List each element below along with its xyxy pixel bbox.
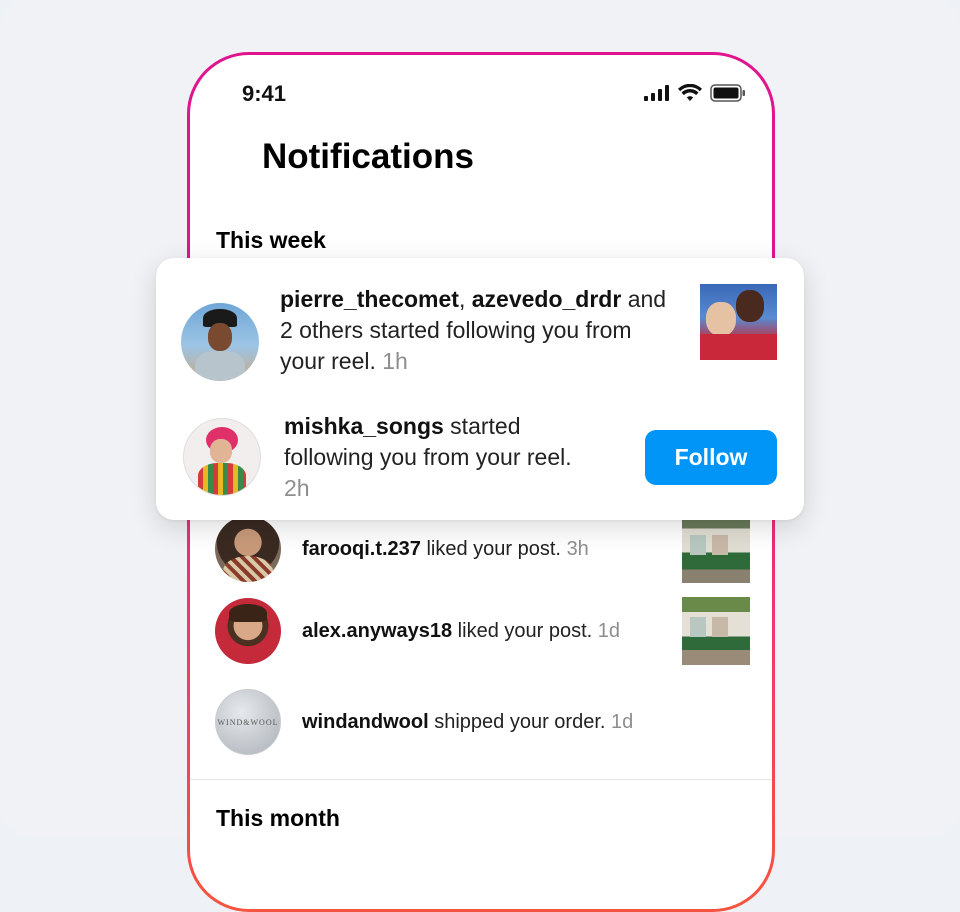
section-heading-this-week: This week: [216, 227, 326, 253]
avatar: [215, 598, 281, 664]
highlighted-notifications-card: pierre_thecomet, azevedo_drdr and 2 othe…: [156, 258, 804, 520]
status-icons: [644, 84, 746, 102]
post-thumbnail[interactable]: [700, 284, 777, 360]
notification-time: 3h: [566, 538, 589, 560]
notification-message: liked your post.: [420, 538, 561, 560]
notification-text: mishka_songs started following you from …: [284, 411, 614, 504]
battery-icon: [710, 84, 745, 102]
username[interactable]: windandwool: [302, 711, 429, 733]
separator: ,: [458, 286, 472, 312]
section-divider: [190, 779, 772, 780]
notification-text: windandwool shipped your order. 1d: [302, 708, 750, 736]
post-thumbnail[interactable]: [682, 515, 750, 583]
follow-button[interactable]: Follow: [645, 430, 777, 485]
notification-text: alex.anyways18 liked your post. 1d: [302, 617, 682, 645]
notification-time: 1h: [382, 348, 408, 374]
notification-row[interactable]: pierre_thecomet, azevedo_drdr and 2 othe…: [181, 284, 680, 381]
notification-row[interactable]: alex.anyways18 liked your post. 1d: [215, 597, 750, 665]
notification-text: farooqi.t.237 liked your post. 3h: [302, 535, 682, 563]
notification-message: liked your post.: [452, 620, 593, 642]
notification-time: 1d: [597, 620, 621, 642]
notification-message: shipped your order.: [428, 711, 606, 733]
status-time: 9:41: [242, 81, 287, 106]
username[interactable]: alex.anyways18: [302, 620, 452, 642]
post-thumbnail[interactable]: [682, 597, 750, 665]
notification-time: 2h: [284, 475, 310, 501]
username[interactable]: farooqi.t.237: [302, 538, 421, 560]
page-title: Notifications: [262, 137, 474, 176]
avatar: [183, 418, 261, 496]
section-heading-this-month: This month: [216, 805, 340, 831]
avatar: [181, 303, 259, 381]
notification-time: 1d: [611, 711, 634, 733]
notification-row[interactable]: WIND&WOOL windandwool shipped your order…: [215, 689, 750, 755]
cellular-signal-icon: [644, 85, 669, 101]
wifi-icon: [678, 84, 702, 101]
notification-text: pierre_thecomet, azevedo_drdr and 2 othe…: [280, 284, 680, 381]
username[interactable]: pierre_thecomet: [280, 286, 459, 312]
brand-logo-text: WIND&WOOL: [217, 717, 279, 727]
username[interactable]: mishka_songs: [284, 413, 444, 439]
notification-row[interactable]: mishka_songs started following you from …: [183, 411, 614, 504]
brand-avatar: WIND&WOOL: [215, 689, 281, 755]
username[interactable]: azevedo_drdr: [472, 286, 622, 312]
avatar: [215, 516, 281, 582]
notification-row[interactable]: farooqi.t.237 liked your post. 3h: [215, 515, 750, 583]
